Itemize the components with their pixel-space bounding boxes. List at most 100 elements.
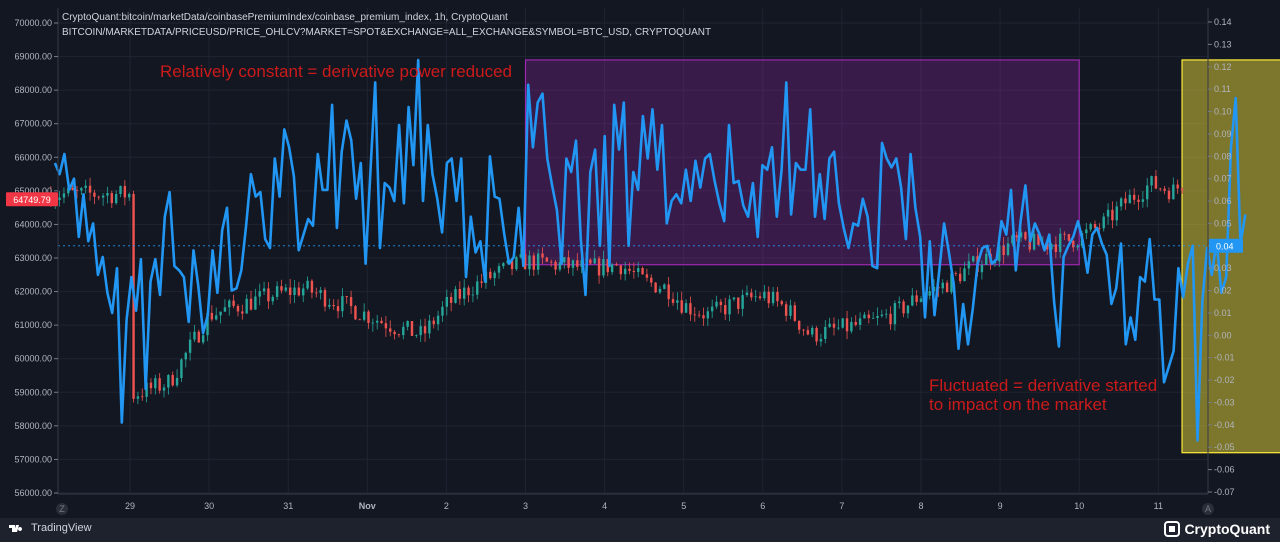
- right-tick-label-14: 0.00: [1214, 330, 1232, 340]
- candle-body-260: [1180, 188, 1184, 191]
- x-tick-label-11: 9: [998, 501, 1003, 511]
- candle-body-259: [1176, 184, 1179, 189]
- right-tick-label-12: 0.02: [1214, 286, 1232, 296]
- candle-body-33: [193, 331, 196, 340]
- candle-body-15: [114, 194, 118, 204]
- candle-body-199: [915, 295, 918, 302]
- right-tick-label-11: 0.03: [1214, 263, 1232, 273]
- candle-body-234: [1067, 234, 1071, 241]
- candle-body-190: [876, 315, 879, 319]
- candle-body-53: [280, 286, 283, 291]
- candle-body-44: [241, 311, 244, 314]
- candle-body-48: [258, 291, 261, 297]
- candle-body-84: [415, 335, 418, 336]
- candle-body-222: [1015, 235, 1018, 238]
- left-tick-label-10: 60000.00: [14, 354, 52, 364]
- candle-body-110: [528, 255, 531, 270]
- candle-body-198: [911, 295, 914, 306]
- candle-body-119: [567, 257, 570, 268]
- right-tick-label-7: 0.07: [1214, 174, 1232, 184]
- candle-body-7: [80, 188, 83, 191]
- candle-body-171: [793, 305, 797, 321]
- candle-body-196: [902, 301, 905, 314]
- candle-body-159: [741, 295, 744, 309]
- right-tick-label-6: 0.08: [1214, 151, 1232, 161]
- candle-body-80: [397, 334, 401, 336]
- candle-body-126: [597, 258, 601, 276]
- candle-body-77: [384, 323, 388, 329]
- candle-body-52: [275, 286, 279, 297]
- candle-body-148: [693, 314, 696, 316]
- candle-body-83: [410, 321, 414, 336]
- left-tick-label-11: 59000.00: [14, 387, 52, 397]
- candle-body-23: [149, 382, 153, 389]
- candle-body-40: [223, 307, 227, 312]
- candle-body-47: [254, 296, 257, 310]
- candle-body-67: [341, 296, 344, 312]
- candle-body-175: [811, 327, 814, 335]
- x-tick-label-10: 8: [918, 501, 923, 511]
- candle-body-131: [619, 265, 623, 275]
- candle-body-153: [715, 301, 718, 307]
- candle-body-101: [489, 271, 492, 279]
- candle-body-56: [293, 287, 296, 295]
- candle-body-58: [302, 288, 305, 296]
- candle-body-43: [236, 305, 240, 312]
- candle-body-195: [898, 301, 901, 304]
- candle-body-30: [180, 359, 183, 378]
- candle-body-151: [706, 311, 710, 319]
- candle-body-193: [889, 313, 892, 325]
- candle-body-168: [780, 301, 783, 305]
- candle-body-88: [432, 320, 435, 325]
- candle-body-173: [802, 329, 805, 331]
- candle-body-32: [188, 339, 192, 353]
- candle-body-26: [162, 387, 166, 391]
- candle-body-205: [941, 282, 944, 289]
- candle-body-20: [136, 396, 140, 399]
- candle-body-27: [167, 375, 170, 388]
- candle-body-107: [515, 257, 518, 270]
- candle-body-252: [1146, 185, 1149, 200]
- cryptoquant-icon: [1164, 521, 1181, 537]
- candle-body-75: [375, 320, 379, 323]
- candle-body-232: [1059, 233, 1062, 252]
- candle-body-155: [724, 305, 727, 315]
- candle-body-102: [493, 272, 496, 279]
- candle-body-78: [389, 328, 392, 332]
- left-tick-label-4: 66000.00: [14, 152, 52, 162]
- candle-body-96: [467, 287, 470, 296]
- candle-body-10: [93, 192, 96, 197]
- candle-body-21: [141, 396, 144, 398]
- candle-body-141: [663, 284, 666, 289]
- timezone-toggle[interactable]: Z: [56, 503, 68, 515]
- candle-body-50: [267, 288, 270, 302]
- x-tick-label-12: 10: [1074, 501, 1084, 511]
- candle-body-120: [571, 260, 575, 268]
- tradingview-logo[interactable]: TradingView: [8, 522, 92, 534]
- candle-body-116: [554, 261, 557, 270]
- left-tick-label-9: 61000.00: [14, 320, 52, 330]
- candle-body-68: [345, 296, 348, 298]
- candle-body-169: [784, 304, 788, 316]
- candle-body-97: [471, 294, 475, 296]
- candle-body-180: [832, 323, 836, 328]
- candle-body-254: [1154, 176, 1158, 189]
- candle-body-85: [419, 326, 422, 336]
- auto-scale-toggle[interactable]: A: [1202, 503, 1214, 515]
- candle-body-92: [449, 296, 453, 303]
- candle-body-46: [249, 298, 253, 310]
- candle-body-154: [719, 301, 723, 306]
- candle-body-242: [1102, 216, 1105, 229]
- right-tick-label-2: 0.12: [1214, 62, 1232, 72]
- candle-body-136: [641, 267, 644, 275]
- candle-body-121: [576, 260, 579, 267]
- candle-body-111: [532, 255, 536, 270]
- candle-body-147: [689, 303, 692, 315]
- candle-body-38: [215, 315, 218, 320]
- last-premium-label: 0.04: [1216, 241, 1234, 251]
- annotation-fluctuated: Fluctuated = derivative started to impac…: [929, 376, 1157, 414]
- candle-body-208: [954, 273, 958, 275]
- candle-body-82: [406, 321, 409, 327]
- candle-body-245: [1115, 206, 1118, 221]
- candle-body-143: [671, 299, 675, 303]
